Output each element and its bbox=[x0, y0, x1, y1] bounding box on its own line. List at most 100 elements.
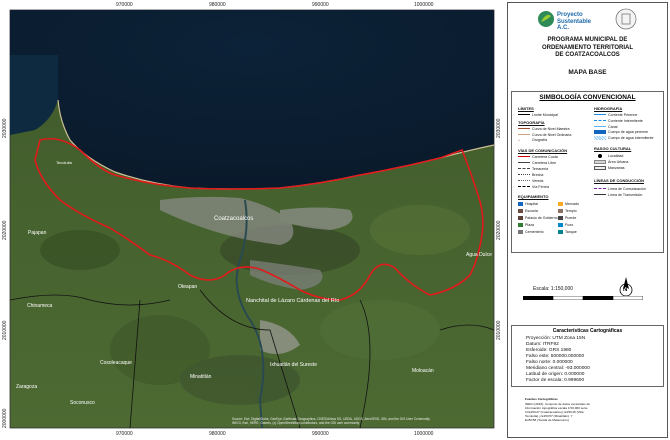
place-label[interactable]: Pajapan bbox=[28, 230, 46, 236]
scale-bar bbox=[523, 296, 643, 300]
leaf-logo-icon bbox=[538, 11, 554, 27]
organization-logo: Proyecto Sustentable A.C. bbox=[537, 8, 593, 32]
cartographic-info: Características Cartográficas Proyección… bbox=[511, 325, 664, 387]
legend-head-hidrografia: HIDROGRAFÍA bbox=[594, 106, 623, 111]
cart-line: Meridiano central: -93.000000 bbox=[526, 366, 590, 371]
legend-head-topografia: TOPOGRAFÍA bbox=[518, 120, 545, 125]
attribution-line: INEGI, Esri, HERE, Garmin, (c) OpenStree… bbox=[232, 421, 360, 425]
temple-icon bbox=[558, 209, 563, 213]
legend-item: Límite Municipal bbox=[518, 112, 558, 118]
title-line: ORDENAMIENTO TERRITORIAL bbox=[541, 44, 634, 51]
northing-tick: 2030000 bbox=[496, 118, 502, 138]
map-frame: 970000 980000 990000 1000000 970000 9800… bbox=[0, 0, 504, 440]
cart-line: Falso este: 500000.000000 bbox=[526, 354, 585, 359]
legend-item: Línea de Transmisión bbox=[594, 192, 642, 198]
cart-line: Falso norte: 0.000000 bbox=[526, 360, 573, 365]
legend-item: Cementerio bbox=[518, 230, 544, 234]
place-label[interactable]: Tecolutla bbox=[56, 160, 72, 165]
easting-tick: 990000 bbox=[312, 431, 329, 437]
legend-item: Cuerpo de agua intermitente bbox=[594, 136, 654, 140]
urban-area-symbol bbox=[594, 160, 606, 164]
title-line: DE COATZACOALCOS bbox=[555, 52, 620, 58]
legend-head-vias: VÍAS DE COMUNICACIÓN bbox=[518, 148, 568, 153]
legend-item: Localidad bbox=[594, 154, 623, 158]
place-label[interactable]: Oteapan bbox=[178, 284, 197, 290]
northing-tick: 2010000 bbox=[496, 320, 502, 340]
railway-symbol bbox=[518, 186, 530, 190]
cemetery-icon bbox=[518, 230, 523, 234]
school-icon bbox=[518, 209, 523, 213]
legend-item: Puente bbox=[558, 216, 576, 220]
easting-tick: 970000 bbox=[116, 431, 133, 437]
bridge-icon bbox=[558, 216, 563, 220]
easting-tick: 1000000 bbox=[414, 431, 434, 437]
place-label[interactable]: Moloacán bbox=[412, 368, 434, 374]
block-symbol bbox=[594, 166, 606, 170]
cart-line: Latitud de origen: 0.000000 bbox=[526, 372, 585, 377]
legend-head-equipamiento: EQUIPAMIENTO bbox=[518, 194, 549, 199]
north-letter: N bbox=[623, 287, 628, 293]
scale-label: Escala: 1:150,000 bbox=[533, 286, 574, 292]
legend-item: Tanque bbox=[558, 230, 577, 234]
legend-title: SIMBOLOGÍA CONVENCIONAL bbox=[539, 94, 636, 101]
legend-item: Templo bbox=[558, 209, 577, 213]
municipal-seal-icon bbox=[615, 8, 637, 30]
place-label[interactable]: Zaragoza bbox=[16, 384, 37, 390]
intermittent-water-symbol bbox=[594, 136, 606, 140]
legend-panel: Proyecto Sustentable A.C. PROGRAMA MUNIC… bbox=[507, 2, 668, 438]
legend-item: Vía Férrea bbox=[518, 184, 549, 190]
title-line: PROGRAMA MUNICIPAL DE bbox=[547, 37, 628, 43]
northing-tick: 2010000 bbox=[2, 320, 8, 340]
hospital-icon bbox=[518, 202, 523, 206]
source-box: Fuentes Cartográficas INEGI (2015). Conj… bbox=[511, 395, 664, 435]
place-label[interactable]: Agua Dulce bbox=[466, 252, 492, 258]
plaza-icon bbox=[518, 223, 523, 227]
cart-line: Esferoide: GRS 1980 bbox=[526, 348, 572, 353]
place-label[interactable]: Coatzacoalcos bbox=[214, 216, 253, 222]
water-body-symbol bbox=[594, 130, 606, 134]
government-icon bbox=[518, 216, 523, 220]
legend-item: Hospital bbox=[518, 202, 538, 206]
legend-item: Escuela bbox=[518, 209, 538, 213]
legend-item: Área Urbana bbox=[594, 160, 628, 164]
easting-tick: 1000000 bbox=[414, 2, 434, 8]
orography-symbol: ^ bbox=[518, 138, 520, 143]
place-label[interactable]: Chinameca bbox=[27, 303, 52, 309]
cart-line: Datum: ITRF92 bbox=[526, 342, 559, 347]
legend-item: Palacio de Gobierno bbox=[518, 216, 558, 220]
place-label[interactable]: Minatitlán bbox=[190, 374, 211, 380]
map-title: PROGRAMA MUNICIPAL DE ORDENAMIENTO TERRI… bbox=[511, 37, 664, 60]
logo-box: Proyecto Sustentable A.C. bbox=[511, 5, 664, 35]
easting-tick: 970000 bbox=[116, 2, 133, 8]
cart-line: Factor de escala: 0.999600 bbox=[526, 378, 585, 383]
northing-tick: 2020000 bbox=[496, 220, 502, 240]
easting-tick: 990000 bbox=[312, 2, 329, 8]
logo-text-line: Sustentable A.C. bbox=[557, 18, 592, 32]
legend-item: ^ Orografía bbox=[518, 138, 548, 143]
easting-tick: 980000 bbox=[209, 2, 226, 8]
northing-tick: 2020000 bbox=[2, 220, 8, 240]
place-label[interactable]: Cosoleacaque bbox=[100, 360, 132, 366]
legend-item: Plaza bbox=[518, 223, 534, 227]
cart-line: Proyección: UTM Zona 15N bbox=[526, 336, 586, 341]
scale-and-north: N Escala: 1:150,000 bbox=[511, 255, 664, 319]
map-attribution: Source: Esri, DigitalGlobe, GeoEye, Eart… bbox=[232, 417, 492, 425]
map-subtitle: MAPA BASE bbox=[568, 69, 607, 76]
transmission-line-symbol bbox=[594, 194, 606, 198]
source-line: E15C58 (Tonalá de Matamoros) bbox=[525, 418, 569, 422]
well-icon bbox=[558, 223, 563, 227]
legend-item: Cuerpo de agua perenne bbox=[594, 130, 648, 134]
place-label[interactable]: Nanchital de Lázaro Cárdenas del Río bbox=[246, 298, 339, 304]
tank-icon bbox=[558, 230, 563, 234]
legend-head-rasgo: RASGO CULTURAL bbox=[594, 146, 632, 151]
northing-tick: 2030000 bbox=[2, 118, 8, 138]
legend-item: Mercado bbox=[558, 202, 579, 206]
northing-tick: 2000000 bbox=[2, 408, 8, 428]
legend-head-limites: LÍMITES bbox=[518, 106, 534, 111]
boundary-symbol bbox=[518, 114, 530, 118]
place-label[interactable]: Ixhuatlán del Sureste bbox=[270, 362, 317, 368]
place-label[interactable]: Soconusco bbox=[70, 400, 95, 406]
legend-head-conduccion: LÍNEAS DE CONDUCCIÓN bbox=[594, 178, 645, 183]
source-line: Fuentes Cartográficas bbox=[525, 397, 558, 401]
legend-item: Pozo bbox=[558, 223, 573, 227]
